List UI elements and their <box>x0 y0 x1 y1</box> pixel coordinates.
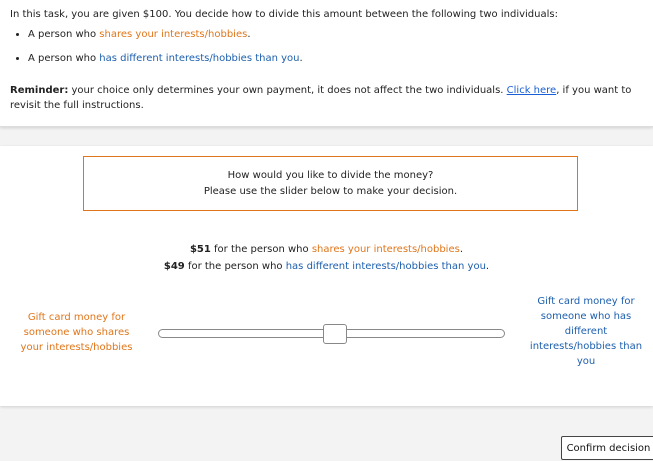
option2-prefix: A person who <box>28 53 100 64</box>
allocation-different-highlight: has different interests/hobbies than you <box>285 261 486 272</box>
option-different-interests: A person who has different interests/hob… <box>28 51 303 66</box>
reminder-text: Reminder: your choice only determines yo… <box>10 83 650 113</box>
instructions-panel: In this task, you are given $100. You de… <box>0 0 653 127</box>
allocation-slider-handle[interactable] <box>322 324 347 344</box>
allocation-same: $51 for the person who shares your inter… <box>0 242 653 258</box>
allocation-same-highlight: shares your interests/hobbies <box>311 244 460 255</box>
prompt-line-1: How would you like to divide the money? <box>227 169 434 181</box>
decision-panel: How would you like to divide the money? … <box>0 146 653 406</box>
reminder-label: Reminder: <box>10 85 69 96</box>
allocation-different-text: for the person who <box>184 261 286 272</box>
prompt-line-2: Please use the slider below to make your… <box>203 185 458 197</box>
allocation-same-suffix: . <box>459 244 464 255</box>
option1-highlight: shares your interests/hobbies <box>99 29 248 40</box>
allocation-same-amount: $51 <box>189 244 211 255</box>
option2-suffix: . <box>299 53 303 64</box>
allocation-different-suffix: . <box>485 261 490 272</box>
allocation-different-amount: $49 <box>163 261 185 272</box>
confirm-decision-button[interactable]: Confirm decision <box>561 436 653 460</box>
options-list: A person who shares your interests/hobbi… <box>10 27 303 75</box>
prompt-box: How would you like to divide the money? … <box>83 156 578 211</box>
option2-highlight: has different interests/hobbies than you <box>99 53 300 64</box>
option1-suffix: . <box>247 29 251 40</box>
intro-text: In this task, you are given $100. You de… <box>10 9 558 20</box>
slider-left-label: Gift card money for someone who shares y… <box>20 312 133 353</box>
allocation-same-text: for the person who <box>210 244 312 255</box>
slider-right-label: Gift card money for someone who has diff… <box>529 296 643 367</box>
option1-prefix: A person who <box>28 29 100 40</box>
reminder-body: your choice only determines your own pay… <box>68 85 507 96</box>
instructions-link[interactable]: Click here <box>507 85 557 96</box>
allocation-different: $49 for the person who has different int… <box>0 259 653 275</box>
option-same-interests: A person who shares your interests/hobbi… <box>28 27 303 42</box>
